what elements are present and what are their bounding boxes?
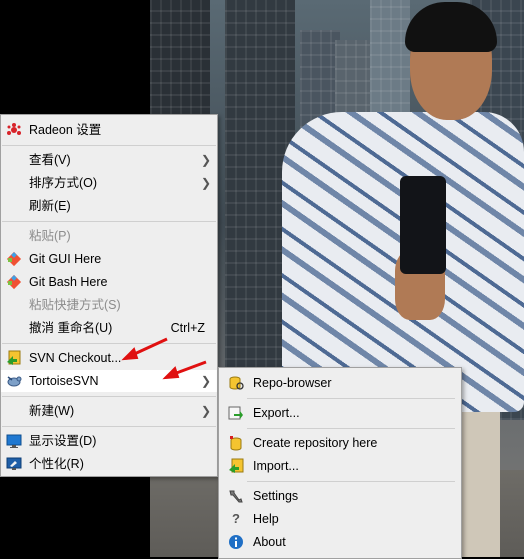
menu-item-create-repository[interactable]: Create repository here xyxy=(219,432,461,454)
menu-item-shortcut: Ctrl+Z xyxy=(170,321,205,335)
chevron-right-icon: ❯ xyxy=(200,153,211,167)
menu-item-about[interactable]: About xyxy=(219,531,461,553)
menu-item-personalize[interactable]: 个性化(R) xyxy=(1,453,217,475)
menu-item-git-gui[interactable]: Git GUI Here xyxy=(1,248,217,270)
menu-item-view[interactable]: 查看(V) ❯ xyxy=(1,149,217,171)
git-icon xyxy=(6,274,22,290)
menu-item-label: Export... xyxy=(253,406,300,420)
chevron-right-icon: ❯ xyxy=(200,374,211,388)
menu-item-label: Git Bash Here xyxy=(29,275,108,289)
menu-item-label: Repo-browser xyxy=(253,376,332,390)
personalize-icon xyxy=(6,456,22,472)
menu-item-label: Help xyxy=(253,512,279,526)
menu-separator xyxy=(247,481,455,482)
menu-separator xyxy=(247,398,455,399)
menu-item-undo-rename[interactable]: 撤消 重命名(U) Ctrl+Z xyxy=(1,317,217,339)
menu-item-sort[interactable]: 排序方式(O) ❯ xyxy=(1,172,217,194)
menu-item-tortoisesvn[interactable]: TortoiseSVN ❯ xyxy=(1,370,217,392)
menu-item-radeon[interactable]: Radeon 设置 xyxy=(1,119,217,141)
menu-item-label: 显示设置(D) xyxy=(29,434,97,448)
menu-separator xyxy=(247,428,455,429)
repo-browser-icon xyxy=(228,375,244,391)
menu-item-export[interactable]: Export... xyxy=(219,402,461,424)
chevron-right-icon: ❯ xyxy=(200,176,211,190)
menu-item-refresh[interactable]: 刷新(E) xyxy=(1,195,217,217)
menu-item-label: Import... xyxy=(253,459,299,473)
settings-icon xyxy=(228,488,244,504)
menu-item-label: SVN Checkout... xyxy=(29,351,122,365)
display-icon xyxy=(6,433,22,449)
menu-item-paste-shortcut[interactable]: 粘贴快捷方式(S) xyxy=(1,294,217,316)
menu-item-repo-browser[interactable]: Repo-browser xyxy=(219,372,461,394)
menu-item-label: 排序方式(O) xyxy=(29,176,98,190)
chevron-right-icon: ❯ xyxy=(200,404,211,418)
menu-separator xyxy=(2,221,216,222)
svn-checkout-icon xyxy=(6,350,22,366)
menu-item-new[interactable]: 新建(W) ❯ xyxy=(1,400,217,422)
menu-item-label: About xyxy=(253,535,286,549)
tortoisesvn-submenu: Repo-browser Export... Create repository… xyxy=(218,367,462,559)
menu-item-label: 刷新(E) xyxy=(29,199,71,213)
menu-item-label: 粘贴快捷方式(S) xyxy=(29,298,121,312)
git-icon xyxy=(6,251,22,267)
menu-item-label: 粘贴(P) xyxy=(29,229,71,243)
menu-item-label: Radeon 设置 xyxy=(29,123,102,137)
menu-item-label: TortoiseSVN xyxy=(29,374,99,388)
menu-item-paste[interactable]: 粘贴(P) xyxy=(1,225,217,247)
menu-separator xyxy=(2,145,216,146)
radeon-icon xyxy=(6,122,22,138)
menu-item-label: 新建(W) xyxy=(29,404,75,418)
menu-separator xyxy=(2,396,216,397)
menu-item-label: Create repository here xyxy=(253,436,378,450)
about-icon xyxy=(228,534,244,550)
menu-item-svn-checkout[interactable]: SVN Checkout... xyxy=(1,347,217,369)
menu-item-settings[interactable]: Settings xyxy=(219,485,461,507)
menu-item-label: 查看(V) xyxy=(29,153,71,167)
menu-item-label: 个性化(R) xyxy=(29,457,84,471)
menu-separator xyxy=(2,343,216,344)
menu-item-git-bash[interactable]: Git Bash Here xyxy=(1,271,217,293)
help-icon: ? xyxy=(232,511,240,526)
menu-separator xyxy=(2,426,216,427)
phone xyxy=(400,176,446,274)
menu-item-label: Git GUI Here xyxy=(29,252,102,266)
menu-item-label: 撤消 重命名(U) xyxy=(29,321,113,335)
export-icon xyxy=(228,405,244,421)
create-repo-icon xyxy=(228,435,244,451)
menu-item-import[interactable]: Import... xyxy=(219,455,461,477)
menu-item-help[interactable]: ? Help xyxy=(219,508,461,530)
import-icon xyxy=(228,458,244,474)
tortoise-icon xyxy=(6,373,22,389)
desktop-context-menu: Radeon 设置 查看(V) ❯ 排序方式(O) ❯ 刷新(E) 粘贴(P) … xyxy=(0,114,218,477)
menu-item-display-settings[interactable]: 显示设置(D) xyxy=(1,430,217,452)
menu-item-label: Settings xyxy=(253,489,299,503)
